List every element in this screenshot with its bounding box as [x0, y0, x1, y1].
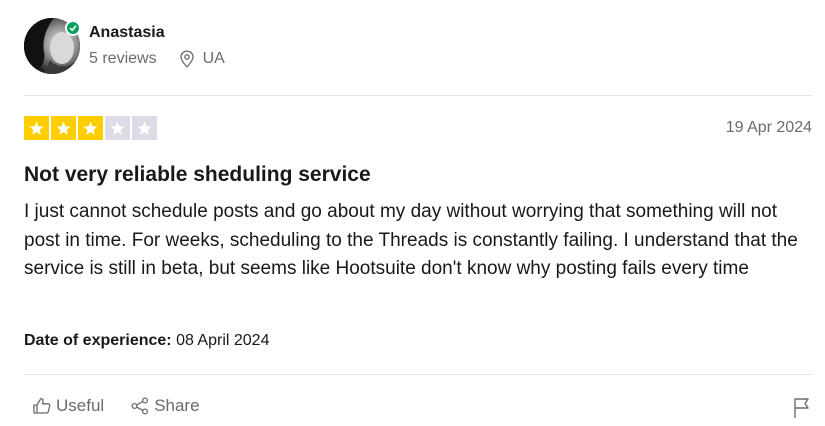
- share-button[interactable]: Share: [130, 396, 200, 416]
- divider: [24, 374, 812, 375]
- reviewer-header: Anastasia 5 reviews UA: [24, 18, 225, 74]
- reviews-count: 5 reviews: [89, 50, 157, 67]
- useful-label: Useful: [56, 396, 105, 415]
- reviewer-meta: 5 reviews UA: [89, 49, 225, 69]
- review-body: I just cannot schedule posts and go abou…: [24, 201, 798, 279]
- star-empty-icon: [132, 116, 157, 140]
- review-date: 19 Apr 2024: [725, 119, 812, 136]
- star-rating: [24, 116, 157, 140]
- verified-check-icon: [65, 20, 81, 36]
- useful-button[interactable]: Useful: [32, 396, 104, 416]
- share-icon: [131, 397, 149, 415]
- star-empty-icon: [105, 116, 130, 140]
- rating-row: 19 Apr 2024: [24, 116, 812, 140]
- flag-icon[interactable]: [792, 397, 812, 419]
- reviewer-info: Anastasia 5 reviews UA: [89, 23, 225, 69]
- experience-date: 08 April 2024: [176, 332, 270, 349]
- star-filled-icon: [51, 116, 76, 140]
- experience-label: Date of experience:: [24, 332, 172, 349]
- reviewer-name[interactable]: Anastasia: [89, 23, 225, 43]
- divider: [24, 95, 812, 96]
- share-label: Share: [154, 396, 200, 415]
- star-filled-icon: [78, 116, 103, 140]
- avatar-wrap[interactable]: [24, 18, 81, 74]
- date-of-experience: Date of experience: 08 April 2024: [24, 331, 269, 351]
- location-pin-icon: [179, 50, 195, 68]
- star-filled-icon: [24, 116, 49, 140]
- reviewer-location: UA: [202, 50, 225, 67]
- thumbs-up-icon: [33, 398, 51, 414]
- review-actions: Useful Share: [32, 396, 226, 416]
- review-title[interactable]: Not very reliable sheduling service: [24, 162, 371, 188]
- review-card: Anastasia 5 reviews UA 19 Apr 2024 Not v…: [24, 0, 812, 426]
